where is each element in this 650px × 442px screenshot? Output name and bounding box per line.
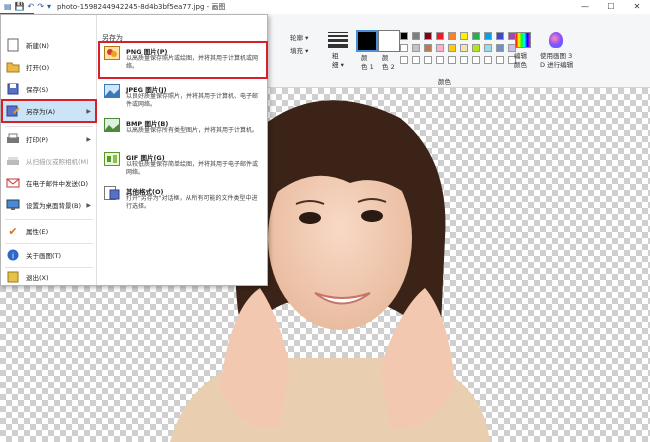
minimize-button[interactable]: —	[572, 0, 598, 14]
menu-from-scanner: 从扫描仪或照相机(M)	[3, 151, 95, 171]
palette-swatch[interactable]	[400, 44, 408, 52]
save-as-panel: 另存为 PNG 图片(P) 以高质量保存照片或绘图，并将其用于计算机或网络。 J…	[98, 15, 268, 285]
palette-swatch[interactable]	[424, 32, 432, 40]
palette-swatch[interactable]	[460, 44, 468, 52]
quick-access-toolbar: ▤ 💾 ↶ ↷ ▾	[0, 0, 51, 14]
file-menu-commands: 新建(N) 打开(O) 保存(S) 另存为(A) ▶ 打印(P) ▶ 从扫描仪或…	[1, 15, 97, 285]
color2-box[interactable]	[378, 30, 400, 52]
line-size-icon[interactable]	[328, 32, 348, 48]
save-as-other[interactable]: 其他格式(O) 打开"另存为"对话框，从所有可能的文件类型中进行选择。	[100, 183, 266, 217]
menu-open[interactable]: 打开(O)	[3, 57, 95, 77]
gif-image-icon	[104, 152, 120, 166]
palette-swatch[interactable]	[424, 44, 432, 52]
edit-colors-button[interactable]: 编辑 颜色	[514, 52, 527, 70]
svg-text:i: i	[12, 252, 14, 261]
email-icon	[5, 176, 21, 190]
menu-print[interactable]: 打印(P) ▶	[3, 129, 95, 149]
desktop-icon	[5, 198, 21, 212]
undo-icon[interactable]: ↶	[28, 0, 35, 14]
save-icon[interactable]: 💾	[15, 0, 25, 14]
palette-swatch[interactable]	[436, 44, 444, 52]
menu-save[interactable]: 保存(S)	[3, 79, 95, 99]
palette-swatch[interactable]	[460, 32, 468, 40]
scanner-icon	[5, 154, 21, 168]
file-menu: 新建(N) 打开(O) 保存(S) 另存为(A) ▶ 打印(P) ▶ 从扫描仪或…	[0, 14, 268, 286]
color1-button[interactable]: 颜 色 1	[361, 54, 374, 72]
palette-swatch[interactable]	[448, 56, 456, 64]
paint3d-icon[interactable]	[549, 32, 563, 48]
title-bar: ▤ 💾 ↶ ↷ ▾ photo-1598244942245-8d4b3bf5ea…	[0, 0, 650, 14]
submenu-arrow-icon: ▶	[86, 201, 91, 209]
menu-new[interactable]: 新建(N)	[3, 35, 95, 55]
color2-button[interactable]: 颜 色 2	[382, 54, 395, 72]
info-icon: i	[5, 248, 21, 262]
maximize-button[interactable]: ☐	[598, 0, 624, 14]
menu-send-email[interactable]: 在电子邮件中发送(D)	[3, 173, 95, 193]
palette-swatch[interactable]	[472, 56, 480, 64]
submenu-arrow-icon: ▶	[86, 135, 91, 143]
save-as-jpeg[interactable]: JPEG 图片(J) 以良好质量保存照片，并将其用于计算机、电子邮件或网络。	[100, 81, 266, 115]
save-disk-icon	[5, 82, 21, 96]
size-button[interactable]: 粗 细 ▾	[332, 52, 344, 70]
palette-swatch[interactable]	[460, 56, 468, 64]
open-folder-icon	[5, 60, 21, 74]
close-button[interactable]: ✕	[624, 0, 650, 14]
palette-swatch[interactable]	[436, 32, 444, 40]
checkmark-icon: ✔	[8, 224, 18, 238]
palette-swatch[interactable]	[496, 56, 504, 64]
menu-set-desktop-bg[interactable]: 设置为桌面背景(B) ▶	[3, 195, 95, 215]
exit-icon	[5, 270, 21, 284]
jpeg-image-icon	[104, 84, 120, 98]
window-title: photo-1598244942245-8d4b3bf5ea77.jpg - 画…	[56, 3, 226, 11]
save-as-gif[interactable]: GIF 图片(G) 以较低质量保存简单绘图，并将其用于电子邮件或网络。	[100, 149, 266, 183]
menu-save-as[interactable]: 另存为(A) ▶	[1, 99, 97, 123]
palette-swatch[interactable]	[412, 44, 420, 52]
palette-swatch[interactable]	[496, 32, 504, 40]
menu-properties[interactable]: ✔ 属性(E)	[3, 221, 95, 241]
menu-separator	[5, 219, 93, 220]
paint3d-button[interactable]: 使用画图 3 D 进行编辑	[540, 52, 573, 70]
palette-swatch[interactable]	[412, 56, 420, 64]
palette-swatch[interactable]	[472, 44, 480, 52]
palette-swatch[interactable]	[484, 44, 492, 52]
menu-exit[interactable]: 退出(X)	[3, 267, 95, 287]
palette-swatch[interactable]	[496, 44, 504, 52]
palette-swatch[interactable]	[412, 32, 420, 40]
bmp-image-icon	[104, 118, 120, 132]
colors-group-label: 颜色	[438, 78, 451, 86]
save-as-icon	[5, 104, 21, 118]
palette-swatch[interactable]	[472, 32, 480, 40]
customize-toolbar-icon[interactable]: ▾	[47, 0, 51, 14]
other-formats-icon	[104, 186, 120, 200]
palette-swatch[interactable]	[424, 56, 432, 64]
paint-app-icon: ▤	[4, 2, 12, 11]
printer-icon	[5, 132, 21, 146]
new-file-icon	[5, 38, 21, 52]
menu-separator	[5, 126, 93, 127]
png-image-icon	[104, 46, 120, 60]
save-as-header: 另存为	[102, 34, 123, 42]
outline-dropdown[interactable]: 轮廓 ▾	[290, 32, 308, 42]
palette-swatch[interactable]	[484, 32, 492, 40]
palette-swatch[interactable]	[436, 56, 444, 64]
palette-swatch[interactable]	[400, 56, 408, 64]
menu-about[interactable]: i 关于画图(T)	[3, 245, 95, 265]
color1-box[interactable]	[356, 30, 378, 52]
palette-swatch[interactable]	[448, 32, 456, 40]
palette-swatch[interactable]	[400, 32, 408, 40]
redo-icon[interactable]: ↷	[37, 0, 44, 14]
save-as-png[interactable]: PNG 图片(P) 以高质量保存照片或绘图，并将其用于计算机或网络。	[98, 41, 268, 79]
submenu-arrow-icon: ▶	[86, 107, 91, 115]
menu-separator	[5, 243, 93, 244]
palette-swatch[interactable]	[484, 56, 492, 64]
palette-swatch[interactable]	[448, 44, 456, 52]
edit-colors-icon[interactable]	[515, 32, 531, 48]
fill-dropdown[interactable]: 填充 ▾	[290, 45, 308, 55]
save-as-bmp[interactable]: BMP 图片(B) 以高质量保存所有类型图片，并将其用于计算机。	[100, 115, 266, 149]
